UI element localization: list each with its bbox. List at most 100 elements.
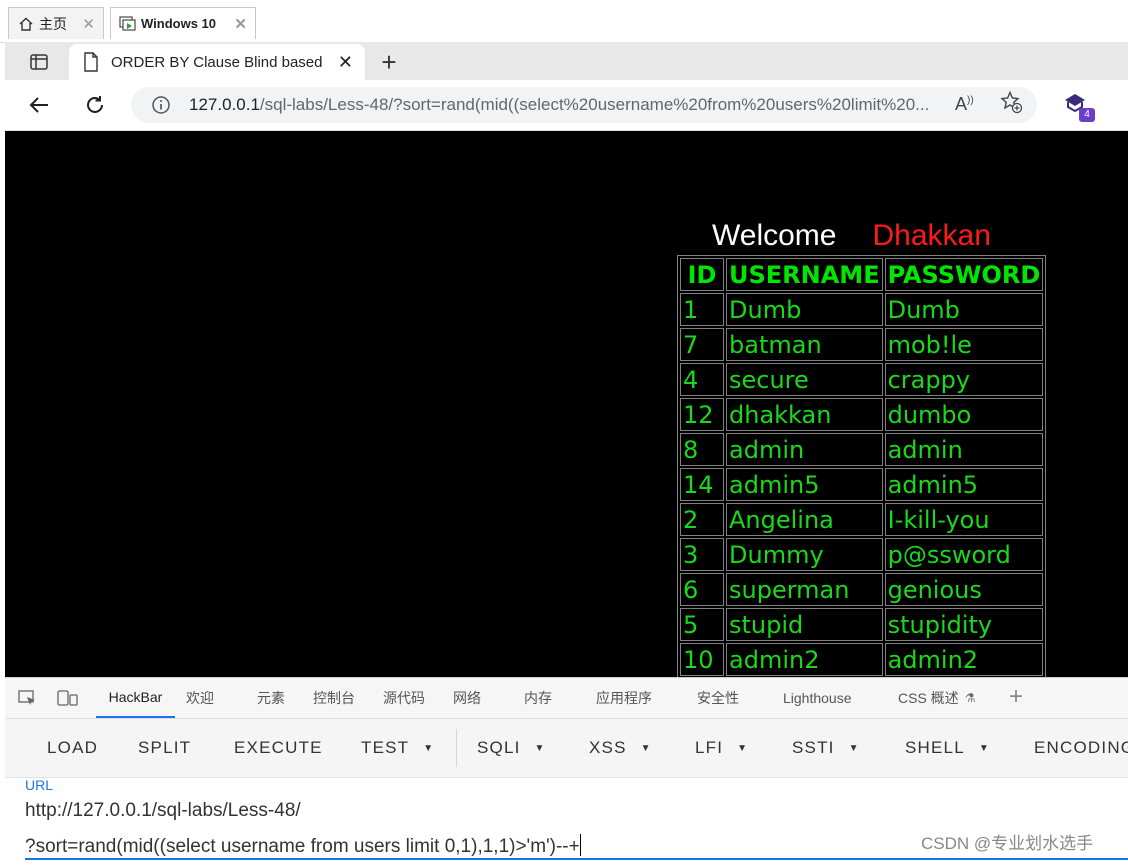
execute-button[interactable]: EXECUTE: [234, 738, 323, 758]
table-row: 4 secure crappy: [680, 363, 1044, 396]
welcome-user: Dhakkan: [872, 219, 991, 252]
lfi-label: LFI: [695, 738, 724, 757]
cell-id: 4: [680, 363, 724, 396]
ssti-menu-button[interactable]: SSTI ▼: [792, 738, 860, 758]
cell-id: 7: [680, 328, 724, 361]
table-row: 7 batman mob!le: [680, 328, 1044, 361]
cell-username: Angelina: [726, 503, 883, 536]
back-button[interactable]: [21, 88, 57, 122]
cell-id: 12: [680, 398, 724, 431]
devtools-panel: HackBar 欢迎 元素 控制台 源代码 网络 内存 应用程序 安全性 Lig…: [5, 677, 1128, 860]
cell-id: 6: [680, 573, 724, 606]
cell-username: stupid: [726, 608, 883, 641]
users-table: ID USERNAME PASSWORD 1 Dumb Dumb 7 batman mo…: [677, 255, 1047, 677]
cell-id: 5: [680, 608, 724, 641]
inspect-element-icon[interactable]: [17, 688, 37, 713]
cell-password: admin: [884, 433, 1044, 466]
caret-down-icon: ▼: [848, 743, 860, 754]
cell-password: crappy: [884, 363, 1044, 396]
load-button[interactable]: LOAD: [47, 738, 98, 758]
reload-button[interactable]: [77, 88, 113, 122]
tab-title: ORDER BY Clause Blind based: [111, 53, 323, 71]
close-icon[interactable]: ✕: [82, 15, 95, 33]
table-row: 1 Dumb Dumb: [680, 293, 1044, 326]
host-tab-windows10[interactable]: Windows 10 ✕: [110, 7, 256, 39]
table-row: 3 Dummy p@ssword: [680, 538, 1044, 571]
cell-password: admin5: [884, 468, 1044, 501]
cell-password: dumbo: [884, 398, 1044, 431]
table-row: 5 stupid stupidity: [680, 608, 1044, 641]
extension-badge: 4: [1079, 108, 1095, 122]
more-tools-button[interactable]: +: [1009, 683, 1023, 711]
xss-label: XSS: [589, 738, 627, 757]
url-field-underline: [25, 858, 1128, 860]
cell-username: secure: [726, 363, 883, 396]
encoding-menu-button[interactable]: ENCODING: [1034, 738, 1128, 758]
address-bar[interactable]: 127.0.0.1/sql-labs/Less-48/?sort=rand(mi…: [131, 87, 1037, 123]
sqli-menu-button[interactable]: SQLI ▼: [477, 738, 546, 758]
test-menu-button[interactable]: TEST ▼: [361, 738, 434, 758]
caret-down-icon: ▼: [640, 743, 652, 754]
table-row: 6 superman genious: [680, 573, 1044, 606]
shell-label: SHELL: [905, 738, 965, 757]
tab-css-overview[interactable]: CSS 概述 ⚗: [898, 678, 975, 718]
caret-down-icon: ▼: [737, 743, 749, 754]
tab-network[interactable]: 网络: [453, 678, 481, 718]
tab-console[interactable]: 控制台: [313, 678, 355, 718]
close-tab-icon[interactable]: ✕: [338, 52, 353, 73]
table-row: 8 admin admin: [680, 433, 1044, 466]
cell-username: admin: [726, 433, 883, 466]
tab-application[interactable]: 应用程序: [596, 678, 652, 718]
read-aloud-icon[interactable]: A)): [955, 94, 974, 115]
page-content: Welcome Dhakkan ID USERNAME PASSWORD 1 Dum…: [5, 131, 1128, 677]
vm-icon: [119, 15, 137, 33]
table-row: 10 admin2 admin2: [680, 643, 1044, 676]
cell-id: 14: [680, 468, 724, 501]
toolbar-divider: [456, 729, 457, 767]
lfi-menu-button[interactable]: LFI ▼: [695, 738, 748, 758]
tab-sources[interactable]: 源代码: [383, 678, 425, 718]
cell-username: admin5: [726, 468, 883, 501]
xss-menu-button[interactable]: XSS ▼: [589, 738, 652, 758]
column-header-id: ID: [680, 258, 724, 291]
caret-down-icon: ▼: [534, 743, 546, 754]
cell-id: 8: [680, 433, 724, 466]
host-tab-home[interactable]: 主页 ✕: [8, 7, 104, 39]
tab-memory[interactable]: 内存: [524, 678, 552, 718]
devtools-tab-bar: HackBar 欢迎 元素 控制台 源代码 网络 内存 应用程序 安全性 Lig…: [5, 678, 1128, 719]
cell-password: mob!le: [884, 328, 1044, 361]
add-favorite-icon[interactable]: [999, 90, 1023, 119]
column-header-password: PASSWORD: [884, 258, 1044, 291]
host-tab-label: Windows 10: [141, 16, 217, 31]
welcome-text: Welcome: [712, 219, 837, 252]
tab-security[interactable]: 安全性: [697, 678, 739, 718]
cell-username: dhakkan: [726, 398, 883, 431]
url-line-1: http://127.0.0.1/sql-labs/Less-48/: [25, 800, 301, 821]
close-icon[interactable]: ✕: [234, 15, 247, 33]
tab-css-overview-label: CSS 概述: [898, 690, 959, 706]
url-path: /sql-labs/Less-48/?sort=rand(mid((select…: [259, 95, 930, 114]
tab-elements[interactable]: 元素: [257, 678, 285, 718]
back-arrow-icon: [29, 97, 48, 113]
new-tab-button[interactable]: +: [369, 46, 409, 78]
tab-hackbar[interactable]: HackBar: [96, 678, 175, 718]
caret-down-icon: ▼: [978, 743, 990, 754]
split-button[interactable]: SPLIT: [138, 738, 191, 758]
column-header-username: USERNAME: [726, 258, 883, 291]
cell-username: Dumb: [726, 293, 883, 326]
sqli-label: SQLI: [477, 738, 521, 757]
browser-tab-active[interactable]: ORDER BY Clause Blind based ✕: [69, 44, 365, 80]
site-info-icon[interactable]: [151, 95, 171, 115]
cell-username: superman: [726, 573, 883, 606]
shell-menu-button[interactable]: SHELL ▼: [905, 738, 990, 758]
tab-actions-icon[interactable]: [15, 46, 63, 78]
host-tab-label: 主页: [39, 15, 67, 32]
browser-tab-bar: ORDER BY Clause Blind based ✕ +: [5, 42, 1128, 80]
url-host: 127.0.0.1: [189, 95, 260, 114]
device-emulation-icon[interactable]: [57, 688, 79, 713]
tab-welcome[interactable]: 欢迎: [186, 678, 214, 718]
cell-password: p@ssword: [884, 538, 1044, 571]
tab-lighthouse[interactable]: Lighthouse: [783, 678, 852, 718]
reload-icon: [87, 96, 103, 113]
cell-password: I-kill-you: [884, 503, 1044, 536]
